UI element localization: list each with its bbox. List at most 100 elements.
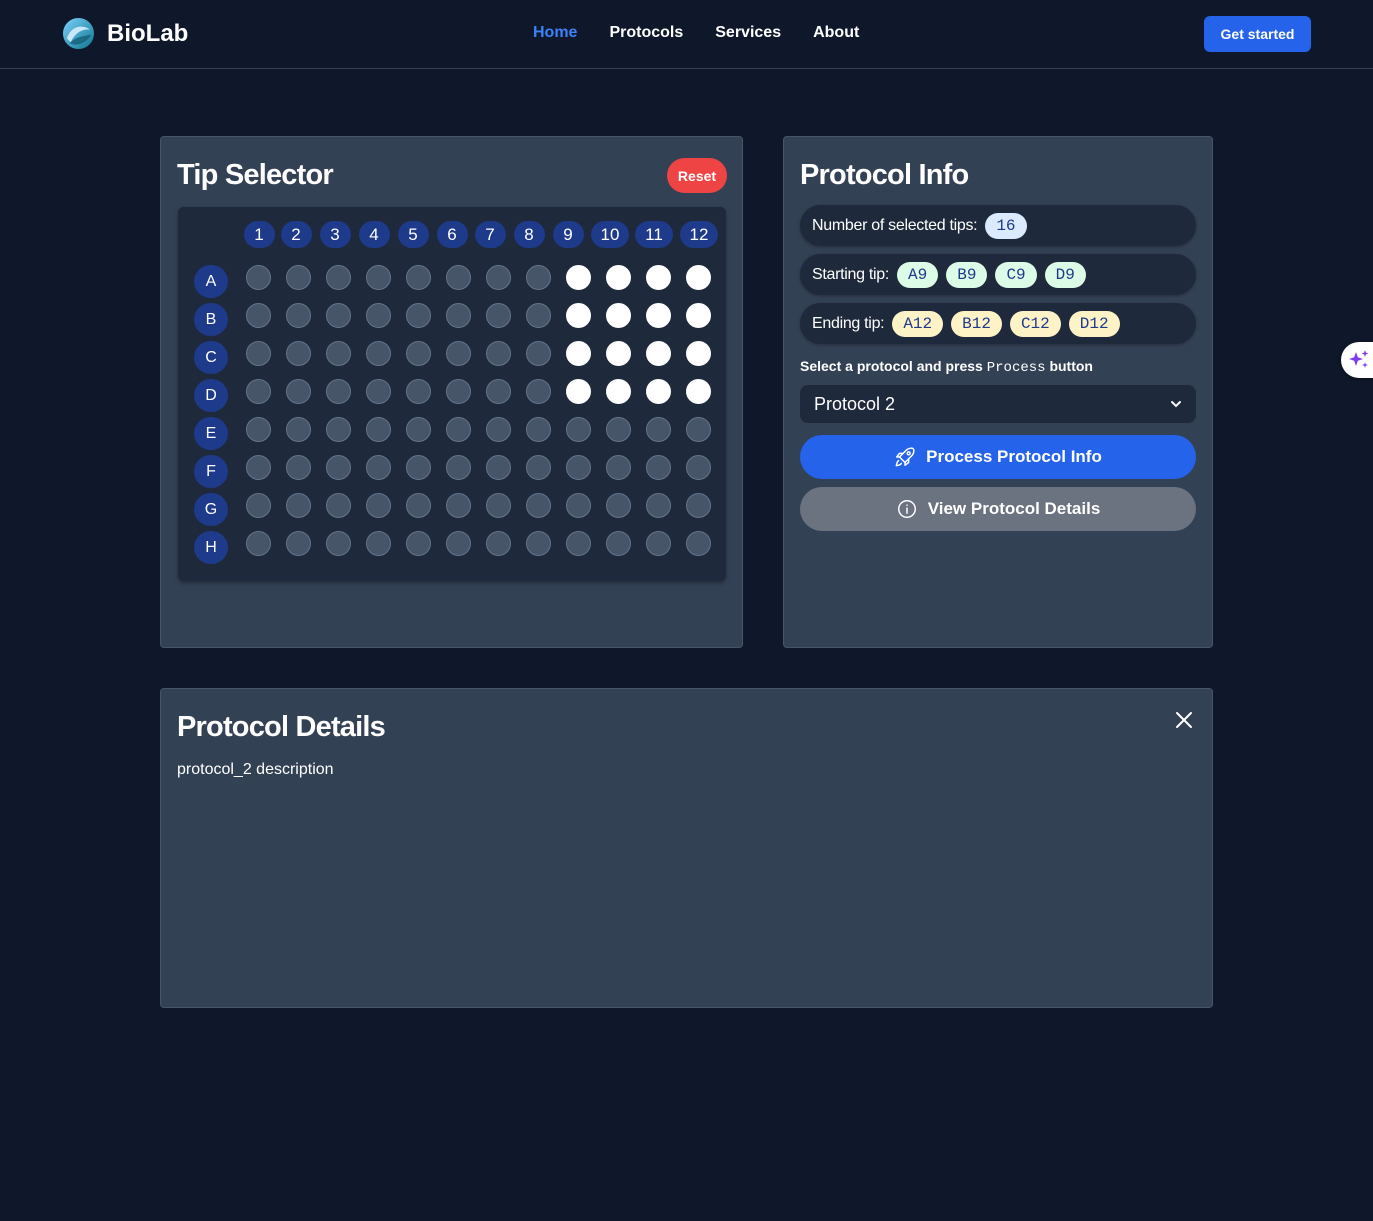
tip-well-G12[interactable] [685, 493, 711, 518]
tip-well-F4[interactable] [365, 455, 391, 480]
process-protocol-button[interactable]: Process Protocol Info [800, 435, 1196, 479]
tip-well-B4[interactable] [365, 303, 391, 328]
tip-well-E8[interactable] [525, 417, 551, 442]
tip-well-B1[interactable] [245, 303, 271, 328]
tip-well-D10[interactable] [605, 379, 631, 404]
column-label-11[interactable]: 11 [635, 221, 673, 248]
row-label-B[interactable]: B [194, 303, 228, 336]
tip-well-G10[interactable] [605, 493, 631, 518]
row-label-H[interactable]: H [194, 531, 228, 564]
tip-well-A6[interactable] [445, 265, 471, 290]
tip-well-B5[interactable] [405, 303, 431, 328]
tip-well-G4[interactable] [365, 493, 391, 518]
brand[interactable]: BioLab [62, 17, 188, 50]
row-label-A[interactable]: A [194, 265, 228, 298]
column-label-10[interactable]: 10 [591, 221, 629, 248]
tip-well-A9[interactable] [565, 265, 591, 290]
tip-well-E11[interactable] [645, 417, 671, 442]
tip-well-H6[interactable] [445, 531, 471, 556]
tip-well-A8[interactable] [525, 265, 551, 290]
row-label-G[interactable]: G [194, 493, 228, 526]
tip-well-B7[interactable] [485, 303, 511, 328]
tip-well-H1[interactable] [245, 531, 271, 556]
tip-well-D1[interactable] [245, 379, 271, 404]
tip-well-C4[interactable] [365, 341, 391, 366]
tip-well-G6[interactable] [445, 493, 471, 518]
tip-well-E10[interactable] [605, 417, 631, 442]
tip-well-E9[interactable] [565, 417, 591, 442]
column-label-5[interactable]: 5 [397, 221, 429, 248]
tip-well-H5[interactable] [405, 531, 431, 556]
tip-well-C11[interactable] [645, 341, 671, 366]
tip-well-D12[interactable] [685, 379, 711, 404]
protocol-select[interactable]: Protocol 2 [800, 385, 1196, 423]
tip-well-A12[interactable] [685, 265, 711, 290]
tip-well-C1[interactable] [245, 341, 271, 366]
tip-well-B11[interactable] [645, 303, 671, 328]
tip-well-H12[interactable] [685, 531, 711, 556]
tip-well-B2[interactable] [285, 303, 311, 328]
column-label-12[interactable]: 12 [680, 221, 718, 248]
tip-well-H7[interactable] [485, 531, 511, 556]
tip-well-C3[interactable] [325, 341, 351, 366]
tip-well-D4[interactable] [365, 379, 391, 404]
tip-well-D7[interactable] [485, 379, 511, 404]
tip-well-D5[interactable] [405, 379, 431, 404]
tip-well-E3[interactable] [325, 417, 351, 442]
tip-well-E5[interactable] [405, 417, 431, 442]
tip-well-D6[interactable] [445, 379, 471, 404]
tip-well-C2[interactable] [285, 341, 311, 366]
tip-well-D9[interactable] [565, 379, 591, 404]
tip-well-D11[interactable] [645, 379, 671, 404]
nav-link-home[interactable]: Home [533, 24, 577, 42]
tip-well-E2[interactable] [285, 417, 311, 442]
column-label-3[interactable]: 3 [319, 221, 351, 248]
tip-well-A2[interactable] [285, 265, 311, 290]
tip-well-E4[interactable] [365, 417, 391, 442]
tip-well-D2[interactable] [285, 379, 311, 404]
tip-well-F7[interactable] [485, 455, 511, 480]
tip-well-H2[interactable] [285, 531, 311, 556]
column-label-4[interactable]: 4 [358, 221, 390, 248]
tip-well-E7[interactable] [485, 417, 511, 442]
tip-well-A10[interactable] [605, 265, 631, 290]
tip-well-B12[interactable] [685, 303, 711, 328]
tip-well-B6[interactable] [445, 303, 471, 328]
close-icon[interactable] [1175, 711, 1193, 729]
tip-well-C8[interactable] [525, 341, 551, 366]
tip-well-H10[interactable] [605, 531, 631, 556]
tip-well-C5[interactable] [405, 341, 431, 366]
column-label-7[interactable]: 7 [474, 221, 506, 248]
tip-well-F12[interactable] [685, 455, 711, 480]
tip-well-C10[interactable] [605, 341, 631, 366]
nav-link-protocols[interactable]: Protocols [609, 24, 683, 42]
column-label-2[interactable]: 2 [280, 221, 312, 248]
tip-well-A3[interactable] [325, 265, 351, 290]
tip-well-F2[interactable] [285, 455, 311, 480]
nav-link-services[interactable]: Services [715, 24, 781, 42]
tip-well-F9[interactable] [565, 455, 591, 480]
column-label-1[interactable]: 1 [243, 221, 275, 248]
tip-well-F8[interactable] [525, 455, 551, 480]
tip-well-B3[interactable] [325, 303, 351, 328]
tip-well-F5[interactable] [405, 455, 431, 480]
view-protocol-details-button[interactable]: View Protocol Details [800, 487, 1196, 531]
tip-well-H9[interactable] [565, 531, 591, 556]
tip-well-D3[interactable] [325, 379, 351, 404]
column-label-8[interactable]: 8 [513, 221, 545, 248]
tip-well-B8[interactable] [525, 303, 551, 328]
tip-well-H11[interactable] [645, 531, 671, 556]
tip-well-B10[interactable] [605, 303, 631, 328]
reset-button[interactable]: Reset [667, 158, 727, 193]
tip-well-D8[interactable] [525, 379, 551, 404]
tip-well-H3[interactable] [325, 531, 351, 556]
tip-well-G8[interactable] [525, 493, 551, 518]
tip-well-G5[interactable] [405, 493, 431, 518]
tip-well-A7[interactable] [485, 265, 511, 290]
tip-well-H4[interactable] [365, 531, 391, 556]
tip-well-G1[interactable] [245, 493, 271, 518]
tip-well-H8[interactable] [525, 531, 551, 556]
column-label-6[interactable]: 6 [436, 221, 468, 248]
get-started-button[interactable]: Get started [1204, 16, 1311, 52]
row-label-E[interactable]: E [194, 417, 228, 450]
